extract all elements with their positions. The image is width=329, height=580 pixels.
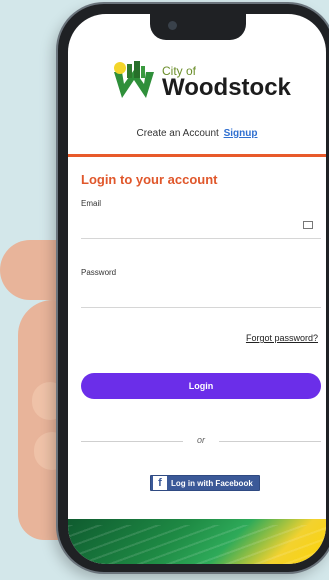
password-field[interactable] [81, 281, 321, 308]
city-logo: City of Woodstock [110, 58, 291, 106]
forgot-password-link[interactable]: Forgot password? [246, 333, 318, 343]
woodstock-logo-icon [114, 61, 154, 98]
email-field[interactable] [81, 212, 321, 239]
or-separator: or [81, 434, 321, 448]
facebook-login-button[interactable]: f Log in with Facebook [150, 475, 260, 491]
login-button[interactable]: Login [81, 373, 321, 399]
divider [68, 154, 326, 157]
password-label: Password [81, 268, 117, 277]
signup-link[interactable]: Signup [224, 128, 258, 139]
facebook-icon: f [153, 476, 167, 490]
create-account-row: Create an Account Signup [68, 128, 326, 139]
create-account-text: Create an Account [136, 128, 219, 139]
phone-frame: City of Woodstock Create an Account Sign… [58, 4, 329, 572]
or-text: or [196, 435, 205, 445]
leaf-pattern [68, 525, 326, 564]
phone-notch [150, 14, 246, 40]
email-label: Email [81, 199, 102, 208]
logo-title: Woodstock [162, 74, 291, 101]
facebook-login-label: Log in with Facebook [171, 478, 253, 488]
camera-icon [168, 21, 177, 30]
phone-screen: City of Woodstock Create an Account Sign… [68, 14, 326, 564]
mail-icon [303, 221, 313, 229]
decorative-banner [68, 519, 326, 564]
separator-line [219, 441, 321, 442]
page-title: Login to your account [81, 172, 218, 187]
